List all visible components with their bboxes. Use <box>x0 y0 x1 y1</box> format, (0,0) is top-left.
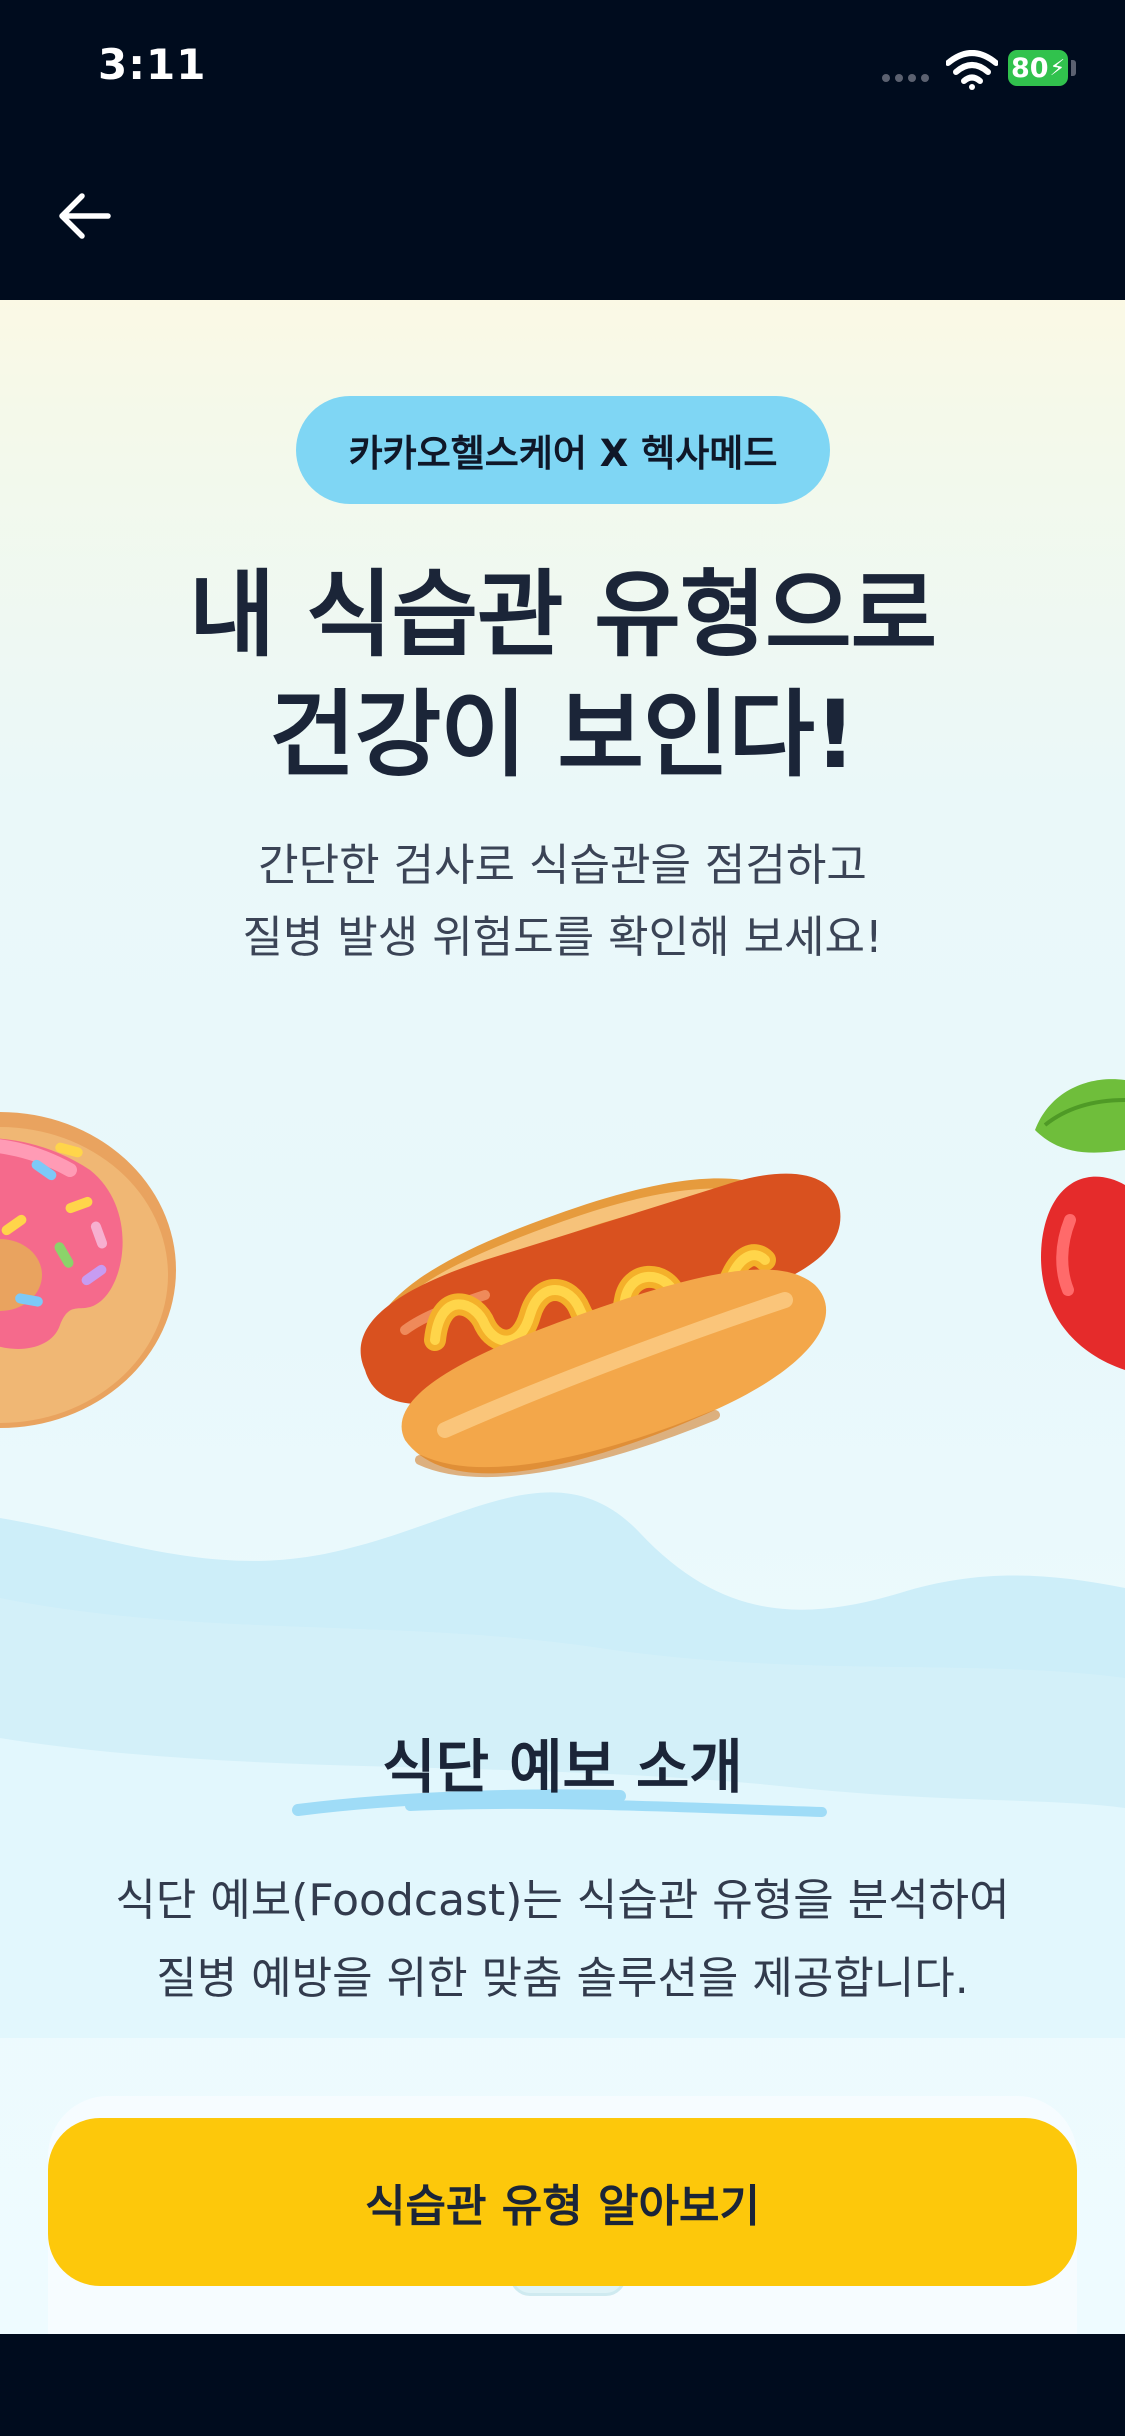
intro-desc-line-2: 질병 예방을 위한 맞춤 솔루션을 제공합니다. <box>156 1953 969 2004</box>
page-headline: 내 식습관 유형으로 건강이 보인다! <box>0 556 1125 796</box>
find-eating-habit-button[interactable]: 식습관 유형 알아보기 <box>48 2118 1077 2286</box>
intro-title: 식단 예보 소개 <box>382 1733 743 1801</box>
battery-indicator: 80 ⚡ <box>1008 50 1068 86</box>
headline-line-1: 내 식습관 유형으로 <box>188 561 937 670</box>
donut-illustration <box>0 1112 176 1428</box>
headline-line-2: 건강이 보인다! <box>269 681 856 790</box>
status-bar: 3:11 80 ⚡ <box>0 0 1125 140</box>
battery-level: 80 <box>1010 52 1049 84</box>
back-arrow-icon[interactable] <box>54 190 114 242</box>
charging-icon: ⚡ <box>1049 55 1066 81</box>
hotdog-illustration <box>360 1173 841 1478</box>
intro-desc-line-1: 식단 예보(Foodcast)는 식습관 유형을 분석하여 <box>115 1875 1010 1926</box>
status-time: 3:11 <box>98 40 207 89</box>
intro-section-header: 식단 예보 소개 <box>0 1720 1125 1804</box>
cellular-signal-icon <box>882 74 929 82</box>
battery-cap <box>1071 60 1076 76</box>
main-content: 카카오헬스케어 X 헥사메드 내 식습관 유형으로 건강이 보인다! 간단한 검… <box>0 300 1125 2334</box>
intro-description: 식단 예보(Foodcast)는 식습관 유형을 분석하여 질병 예방을 위한 … <box>0 1862 1125 2018</box>
apple-illustration <box>1035 1079 1125 1370</box>
page-subtitle: 간단한 검사로 식습관을 점검하고 질병 발생 위험도를 확인해 보세요! <box>0 830 1125 974</box>
subtitle-line-1: 간단한 검사로 식습관을 점검하고 <box>258 840 867 891</box>
home-indicator-area <box>0 2334 1125 2436</box>
navigation-bar <box>0 140 1125 300</box>
subtitle-line-2: 질병 발생 위험도를 확인해 보세요! <box>242 912 883 963</box>
cta-label: 식습관 유형 알아보기 <box>365 2181 760 2232</box>
wifi-icon <box>946 50 998 90</box>
partner-badge: 카카오헬스케어 X 헥사메드 <box>296 396 830 504</box>
